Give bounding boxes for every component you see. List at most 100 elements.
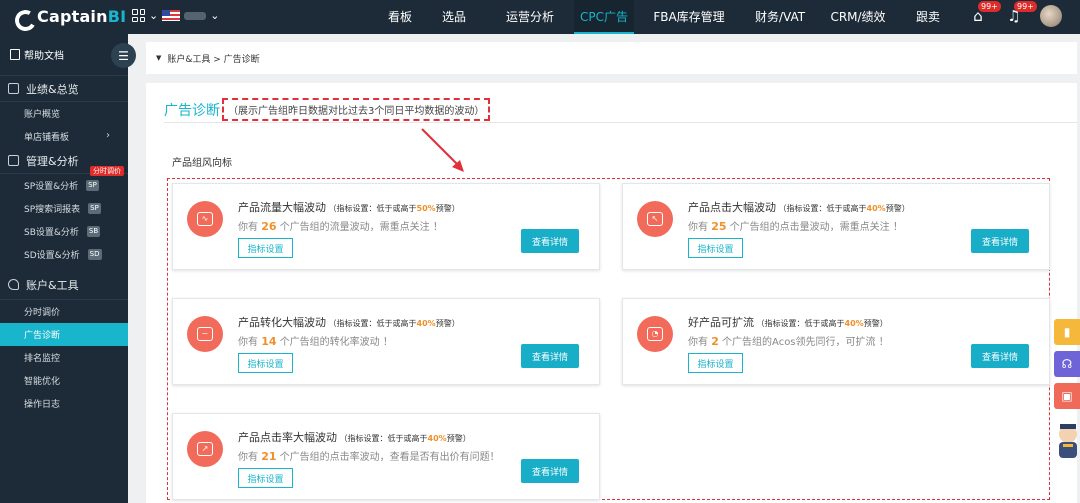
- card-conversion-fluctuation: ~ 产品转化大幅波动 （指标设置：低于或高于40%预警） 你有 14 个广告组的…: [172, 298, 600, 385]
- indicator-settings-button[interactable]: 指标设置: [688, 353, 743, 373]
- layers-icon: [8, 83, 19, 94]
- indicator-settings-button[interactable]: 指标设置: [238, 353, 293, 373]
- chevron-down-icon: ⌄: [149, 9, 159, 22]
- nav-crm-performance[interactable]: CRM/绩效: [816, 0, 900, 34]
- card-desc: 你有 21 个广告组的点击率波动，查看是否有出价有问题！: [238, 450, 500, 463]
- sidebar-section-performance[interactable]: 业绩&总览: [0, 76, 128, 102]
- caret-down-icon[interactable]: ▼: [156, 54, 161, 62]
- card-good-product-expand: ◔ 好产品可扩流 （指标设置：低于或高于40%预警） 你有 2 个广告组的Aco…: [622, 298, 1050, 385]
- sidebar-item-operation-log[interactable]: 操作日志: [0, 392, 128, 415]
- expand-icon: ◔: [637, 316, 673, 352]
- annotation-arrow-icon: [421, 128, 464, 172]
- bell-icon[interactable]: ♫ 99+: [1004, 1, 1037, 27]
- card-ctr-fluctuation: ↗ 产品点击率大幅波动 （指标设置：低于或高于40%预警） 你有 21 个广告组…: [172, 413, 600, 500]
- nav-fba-inventory[interactable]: FBA库存管理: [634, 0, 744, 34]
- sidebar-item-sp-search-report[interactable]: SP搜索词报表 SP: [0, 197, 128, 220]
- indicator-settings-button[interactable]: 指标设置: [238, 468, 293, 488]
- heart-icon: [8, 279, 19, 290]
- nav-cpc-ads[interactable]: CPC广告: [574, 0, 634, 34]
- sd-tag: SD: [87, 249, 102, 260]
- main-panel: 广告诊断 （展示广告组昨日数据对比过去3个同日平均数据的波动） 产品组风向标 ∿…: [146, 83, 1077, 503]
- gift-box-icon[interactable]: ▣: [1054, 383, 1080, 409]
- main-nav: 看板 选品 运营分析 CPC广告 FBA库存管理 财务/VAT CRM/绩效 跟…: [378, 0, 956, 34]
- sb-tag: SB: [86, 226, 101, 237]
- sidebar: 帮助文档 ☰ 业绩&总览 账户概览 单店铺看板 › 管理&分析 分时调价 SP设置&…: [0, 34, 136, 503]
- view-details-button[interactable]: 查看详情: [971, 344, 1029, 368]
- card-title: 产品点击大幅波动 （指标设置：低于或高于40%预警）: [688, 201, 910, 214]
- page-subtitle: （展示广告组昨日数据对比过去3个同日平均数据的波动）: [222, 98, 491, 121]
- help-docs-label: 帮助文档: [24, 51, 64, 62]
- pulse-icon: ∿: [187, 201, 223, 237]
- logo-text-main: Captain: [37, 7, 108, 26]
- avatar[interactable]: [1040, 5, 1062, 27]
- indicator-settings-button[interactable]: 指标设置: [238, 238, 293, 258]
- nav-operations-analysis[interactable]: 运营分析: [486, 0, 574, 34]
- section-label: 账户&工具: [26, 278, 79, 292]
- section-label: 业绩&总览: [26, 82, 79, 96]
- card-click-fluctuation: ↖ 产品点击大幅波动 （指标设置：低于或高于40%预警） 你有 25 个广告组的…: [622, 183, 1050, 270]
- breadcrumb-text: 账户&工具 > 广告诊断: [167, 54, 260, 65]
- headset-icon[interactable]: ☊: [1054, 351, 1080, 377]
- sp-tag: SP: [86, 180, 99, 191]
- trend-icon: ↗: [187, 431, 223, 467]
- logo-icon: [12, 8, 32, 26]
- view-details-button[interactable]: 查看详情: [521, 459, 579, 483]
- nav-product-selection[interactable]: 选品: [422, 0, 486, 34]
- sidebar-item-label: 操作日志: [24, 400, 61, 410]
- sidebar-item-account-overview[interactable]: 账户概览: [0, 102, 128, 125]
- top-bar: Captain BI ⌄ ⌄ 看板 选品 运营分析 CPC广告 FBA库存管理 财…: [0, 0, 1080, 34]
- nav-follow-sell[interactable]: 跟卖: [900, 0, 956, 34]
- sidebar-section-tools[interactable]: 账户&工具: [0, 270, 128, 300]
- sidebar-item-sb-settings[interactable]: SB设置&分析 SB: [0, 220, 128, 243]
- section-label: 管理&分析: [26, 154, 79, 168]
- title-row: 广告诊断 （展示广告组昨日数据对比过去3个同日平均数据的波动）: [164, 98, 491, 121]
- sidebar-item-timed-bidding[interactable]: 分时调价: [0, 300, 128, 323]
- nav-dashboard[interactable]: 看板: [378, 0, 422, 34]
- sidebar-item-sd-settings[interactable]: SD设置&分析 SD: [0, 243, 128, 266]
- sidebar-item-label: 广告诊断: [24, 331, 61, 341]
- view-details-button[interactable]: 查看详情: [971, 229, 1029, 253]
- gift-icon[interactable]: ⌂ 99+: [968, 1, 1001, 27]
- card-title: 好产品可扩流 （指标设置：低于或高于40%预警）: [688, 316, 888, 329]
- bookmark-icon[interactable]: ▮: [1054, 319, 1080, 345]
- sp-tag: SP: [88, 203, 101, 214]
- view-details-button[interactable]: 查看详情: [521, 344, 579, 368]
- site-switcher[interactable]: ⌄ ⌄: [132, 9, 219, 22]
- logo-text-accent: BI: [107, 7, 127, 26]
- sidebar-item-sp-settings[interactable]: 分时调价 SP设置&分析 SP: [0, 166, 128, 197]
- sidebar-item-label: 排名监控: [24, 354, 61, 364]
- collapse-sidebar-icon[interactable]: ☰: [111, 43, 136, 68]
- apps-grid-icon[interactable]: [132, 9, 145, 22]
- wave-icon: ~: [187, 316, 223, 352]
- sidebar-item-smart-optimize[interactable]: 智能优化: [0, 369, 128, 392]
- sidebar-item-label: SB设置&分析: [24, 228, 79, 238]
- store-name-redacted: [184, 11, 207, 20]
- divider: [164, 122, 1077, 123]
- sidebar-item-label: 智能优化: [24, 377, 61, 387]
- sidebar-item-store-board[interactable]: 单店铺看板 ›: [0, 125, 128, 148]
- chevron-down-icon: ⌄: [210, 9, 220, 22]
- card-title: 产品流量大幅波动 （指标设置：低于或高于50%预警）: [238, 201, 460, 214]
- sidebar-item-ad-diagnosis[interactable]: 广告诊断: [0, 323, 128, 346]
- sidebar-item-label: 账户概览: [24, 110, 61, 120]
- chart-icon: [8, 155, 19, 166]
- view-details-button[interactable]: 查看详情: [521, 229, 579, 253]
- card-title: 产品转化大幅波动 （指标设置：低于或高于40%预警）: [238, 316, 460, 329]
- card-title: 产品点击率大幅波动 （指标设置：低于或高于40%预警）: [238, 431, 471, 444]
- sidebar-item-label: 分时调价: [24, 308, 61, 318]
- nav-finance-vat[interactable]: 财务/VAT: [744, 0, 816, 34]
- card-traffic-fluctuation: ∿ 产品流量大幅波动 （指标设置：低于或高于50%预警） 你有 26 个广告组的…: [172, 183, 600, 270]
- sidebar-item-rank-monitor[interactable]: 排名监控: [0, 346, 128, 369]
- breadcrumb: ▼ 账户&工具 > 广告诊断: [146, 42, 1077, 74]
- indicator-settings-button[interactable]: 指标设置: [688, 238, 743, 258]
- notify-badge: 99+: [978, 1, 1001, 12]
- card-desc: 你有 25 个广告组的点击量波动，需重点关注 ！: [688, 220, 903, 233]
- card-desc: 你有 26 个广告组的流量波动，需重点关注 ！: [238, 220, 443, 233]
- help-docs[interactable]: 帮助文档 ☰: [0, 34, 136, 76]
- logo[interactable]: Captain BI: [12, 7, 126, 26]
- sidebar-item-label: 单店铺看板: [24, 133, 70, 143]
- notify-badge: 99+: [1014, 1, 1037, 12]
- sidebar-item-label: SD设置&分析: [24, 251, 80, 261]
- chevron-right-icon: ›: [106, 130, 110, 141]
- mascot-icon[interactable]: [1054, 420, 1080, 462]
